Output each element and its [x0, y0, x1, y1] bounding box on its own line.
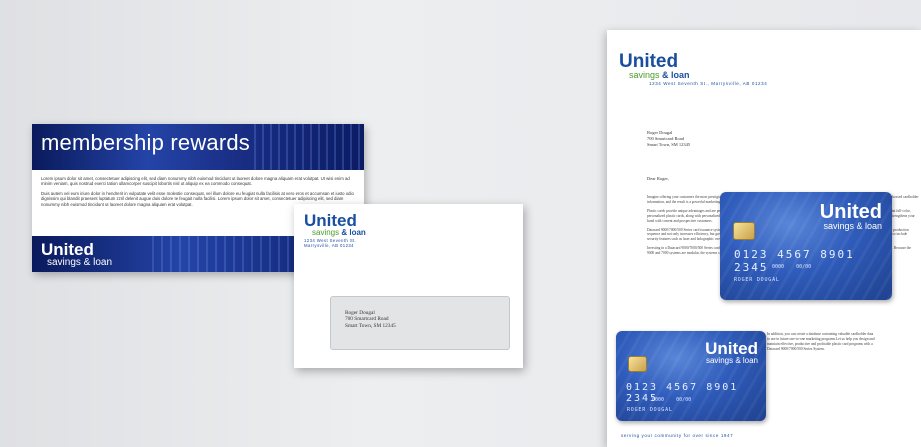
letter-recipient-city: Smart Town, SM 12345: [647, 141, 691, 147]
envelope-recipient: Roger Dougal 700 Smartcard Road Smart To…: [345, 310, 396, 329]
letter-logo-sub: savings & loan: [629, 71, 690, 80]
card-number: 0123 4567 8901 2345: [626, 382, 739, 404]
card-number: 0123 4567 8901 2345: [734, 248, 855, 274]
letter-logo-loan: & loan: [662, 70, 690, 80]
mailer-header-band: membership rewards: [32, 124, 364, 170]
recipient-street: 700 Smartcard Road: [345, 316, 389, 323]
credit-card-large: United savings & loan 0123 4567 8901 234…: [720, 192, 892, 300]
card-brand: United savings & loan: [705, 340, 758, 365]
card-dates: 0000 00/00: [652, 397, 691, 403]
card-brand-sub: savings & loan: [823, 221, 882, 231]
mailer-logo-sub: savings & loan: [47, 257, 113, 268]
card-holder: ROGER DOUGAL: [734, 277, 780, 283]
envelope: United savings & loan 1234 West Seventh …: [294, 204, 523, 368]
letter-logo-united: United: [619, 51, 679, 72]
letter-address: 1234 West Seventh St., Marrysville, AB 0…: [649, 81, 768, 86]
letter-greeting: Dear Roger,: [647, 176, 669, 181]
return-line-2: Marrysville, AB 01234: [304, 243, 354, 249]
card-brand-united: United: [819, 201, 882, 223]
letter-recipient-street: 700 Smartcard Road: [647, 135, 684, 141]
envelope-logo-united: United: [304, 211, 357, 230]
envelope-logo-sub: savings & loan: [312, 229, 366, 237]
chip-icon: [628, 356, 647, 372]
card-brand: United savings & loan: [820, 202, 882, 231]
envelope-logo-loan: & loan: [341, 228, 366, 237]
mailer-paragraph: Lorem ipsum dolor sit amet, consectetuer…: [41, 176, 350, 187]
letter-footer: serving your community for over since 19…: [621, 433, 734, 438]
product-collage: membership rewards Lorem ipsum dolor sit…: [0, 0, 921, 447]
letter-side-paragraph: In addition, you can create a database c…: [767, 332, 875, 351]
letter-logo: United savings & loan: [619, 52, 690, 80]
envelope-logo: United savings & loan: [304, 212, 366, 237]
envelope-logo-savings: savings: [312, 228, 340, 237]
mailer-logo: United savings & loan: [41, 241, 112, 268]
card-valid-from: 0000: [652, 397, 665, 403]
mailer-title: membership rewards: [41, 130, 251, 155]
recipient-city: Smart Town, SM 12345: [345, 322, 396, 329]
card-brand-sub: savings & loan: [705, 356, 758, 365]
card-brand-united: United: [705, 339, 758, 358]
chip-icon: [733, 222, 755, 240]
card-valid-thru: 00/00: [796, 264, 812, 270]
card-valid-thru: 00/00: [676, 397, 692, 403]
card-holder: ROGER DOUGAL: [627, 407, 673, 413]
letter-recipient: Roger Dougal 700 Smartcard Road Smart To…: [647, 130, 690, 147]
card-dates: 0000 00/00: [772, 264, 811, 270]
letter-logo-savings: savings: [629, 70, 660, 80]
credit-card-small: United savings & loan 0123 4567 8901 234…: [616, 331, 766, 421]
envelope-return-address: 1234 West Seventh St. Marrysville, AB 01…: [304, 238, 356, 248]
mailer-logo-united: United: [41, 240, 94, 259]
envelope-address-window: Roger Dougal 700 Smartcard Road Smart To…: [330, 296, 510, 350]
card-valid-from: 0000: [772, 264, 785, 270]
